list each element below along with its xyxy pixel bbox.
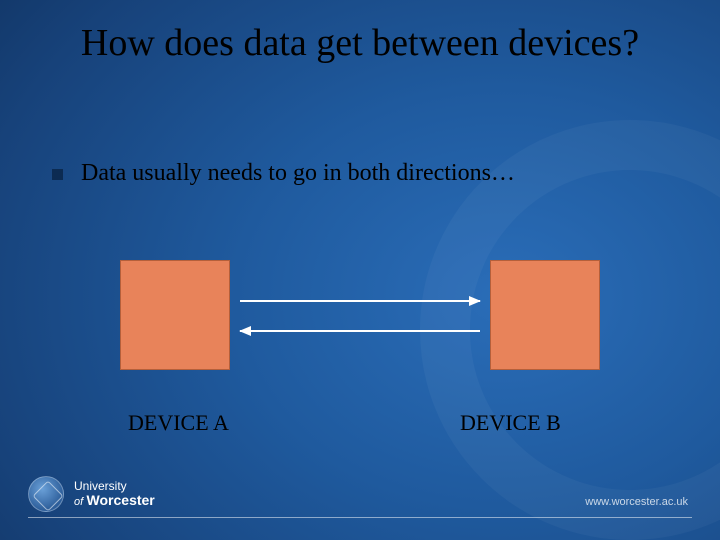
device-b-label: DEVICE B	[460, 410, 561, 436]
footer-url: www.worcester.ac.uk	[585, 496, 688, 508]
arrow-group	[240, 288, 480, 348]
logo-line2: of	[74, 496, 83, 508]
slide-title: How does data get between devices?	[0, 22, 720, 66]
bullet-text: Data usually needs to go in both directi…	[81, 160, 515, 187]
slide-footer: University of Worcester www.worcester.ac…	[28, 460, 692, 518]
device-a-box	[120, 260, 230, 370]
arrow-left-icon	[240, 330, 480, 332]
data-flow-diagram	[110, 260, 610, 420]
device-a-label: DEVICE A	[128, 410, 229, 436]
footer-divider	[28, 517, 692, 518]
logo-text: University of Worcester	[74, 480, 155, 509]
arrow-right-icon	[240, 300, 480, 302]
slide: How does data get between devices? Data …	[0, 0, 720, 540]
square-bullet-icon	[52, 169, 63, 180]
device-b-box	[490, 260, 600, 370]
crest-icon	[28, 476, 64, 512]
logo-line3: Worcester	[87, 492, 155, 508]
bullet-item: Data usually needs to go in both directi…	[52, 160, 680, 187]
university-logo: University of Worcester	[28, 476, 155, 512]
